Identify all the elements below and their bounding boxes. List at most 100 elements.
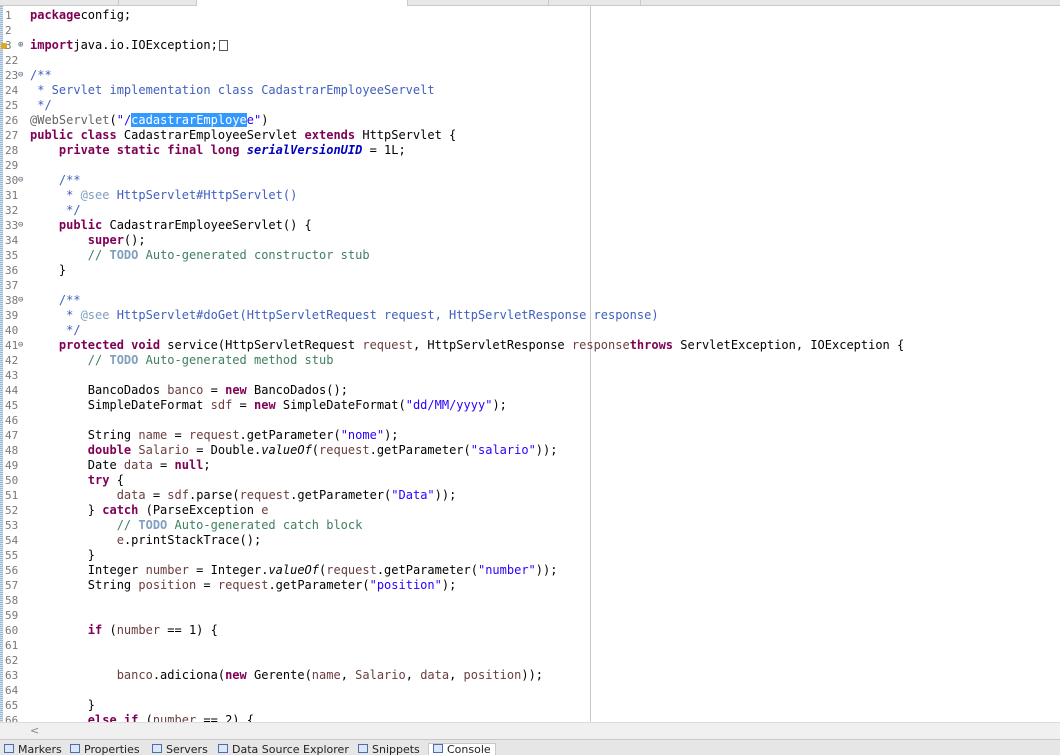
- code-line[interactable]: 60 if (number == 1) {: [0, 623, 1060, 638]
- code-line[interactable]: 44 BancoDados banco = new BancoDados();: [0, 383, 1060, 398]
- code-line[interactable]: 54 e.printStackTrace();: [0, 533, 1060, 548]
- line-number: 60: [5, 624, 19, 637]
- code-line[interactable]: 28 private static final long serialVersi…: [0, 143, 1060, 158]
- code-token: String: [30, 428, 139, 442]
- code-token: , HttpServletResponse: [412, 338, 572, 352]
- code-line[interactable]: 31 * @see HttpServlet#HttpServlet(): [0, 188, 1060, 203]
- code-line[interactable]: 2: [0, 23, 1060, 38]
- code-line[interactable]: 27 public class CadastrarEmployeeServlet …: [0, 128, 1060, 143]
- line-number: 1: [5, 9, 12, 22]
- line-number: 58: [5, 594, 19, 607]
- view-icon: [152, 744, 162, 753]
- code-token: valueOf: [261, 443, 312, 457]
- code-line[interactable]: 29: [0, 158, 1060, 173]
- fold-collapse-icon[interactable]: ⊖: [18, 293, 28, 308]
- code-line[interactable]: 63 banco.adiciona(new Gerente(name, Sala…: [0, 668, 1060, 683]
- code-token: .getParameter(: [376, 563, 478, 577]
- code-line[interactable]: 64: [0, 683, 1060, 698]
- line-number: 55: [5, 549, 19, 562]
- code-token: service(HttpServletRequest: [160, 338, 363, 352]
- fold-collapse-icon[interactable]: ⊖: [18, 173, 28, 188]
- code-line[interactable]: 40 */: [0, 323, 1060, 338]
- code-token: =: [145, 488, 168, 502]
- code-line[interactable]: 57 String position = request.getParamete…: [0, 578, 1060, 593]
- code-line[interactable]: 46: [0, 413, 1060, 428]
- line-number: 65: [5, 699, 19, 712]
- code-line[interactable]: 47 String name = request.getParameter("n…: [0, 428, 1060, 443]
- code-line[interactable]: 42 // TODO Auto-generated method stub: [0, 353, 1060, 368]
- code-token: Auto-generated catch block: [167, 518, 363, 532]
- code-line[interactable]: 50 try {: [0, 473, 1060, 488]
- code-line[interactable]: 23 ⊖/**: [0, 68, 1060, 83]
- horizontal-scrollbar[interactable]: <: [0, 722, 1060, 739]
- code-token: catch: [102, 503, 139, 517]
- code-token: BancoDados();: [246, 383, 348, 397]
- bottom-tab-snippets[interactable]: Snippets: [358, 744, 420, 755]
- code-token: =: [232, 398, 254, 412]
- bottom-tab-servers[interactable]: Servers: [152, 744, 208, 755]
- code-line[interactable]: 36 }: [0, 263, 1060, 278]
- line-number: 27: [5, 129, 19, 142]
- code-line[interactable]: 49 Date data = null;: [0, 458, 1060, 473]
- code-line[interactable]: 26 @WebServlet("/cadastrarEmployee"): [0, 113, 1060, 128]
- code-line[interactable]: 33 ⊖ public CadastrarEmployeeServlet() {: [0, 218, 1060, 233]
- code-line[interactable]: 66 else if (number == 2) {: [0, 713, 1060, 722]
- code-line[interactable]: 43: [0, 368, 1060, 383]
- code-line[interactable]: 3 ⊕ importjava.io.IOException;: [0, 38, 1060, 53]
- code-token: ,: [340, 668, 356, 682]
- code-token: ;: [203, 458, 211, 472]
- code-line[interactable]: 25 */: [0, 98, 1060, 113]
- code-text: importjava.io.IOException;: [30, 38, 228, 53]
- code-text: e.printStackTrace();: [30, 533, 262, 548]
- code-editor[interactable]: 1 packageconfig; 2 3 ⊕ importjava.io.IOExcept…: [0, 6, 1060, 722]
- code-line[interactable]: 35 // TODO Auto-generated constructor st…: [0, 248, 1060, 263]
- collapsed-imports-icon[interactable]: [218, 40, 228, 51]
- code-line[interactable]: 1 packageconfig;: [0, 8, 1060, 23]
- line-number: 42: [5, 354, 19, 367]
- bottom-tab-console[interactable]: Console: [428, 743, 496, 755]
- code-line[interactable]: 38 ⊖ /**: [0, 293, 1060, 308]
- code-text: // TODO Auto-generated catch block: [30, 518, 363, 533]
- bottom-tab-markers[interactable]: Markers: [4, 744, 62, 755]
- fold-collapse-icon[interactable]: ⊖: [18, 338, 28, 353]
- code-line[interactable]: 62: [0, 653, 1060, 668]
- code-line[interactable]: 61: [0, 638, 1060, 653]
- line-number: 31: [5, 189, 19, 202]
- code-text: BancoDados banco = new BancoDados();: [30, 383, 348, 398]
- code-line[interactable]: 32 */: [0, 203, 1060, 218]
- code-token: number: [152, 713, 197, 722]
- fold-collapse-icon[interactable]: ⊖: [18, 218, 28, 233]
- code-line[interactable]: 45 SimpleDateFormat sdf = new SimpleDate…: [0, 398, 1060, 413]
- code-line[interactable]: 48 double Salario = Double.valueOf(reque…: [0, 443, 1060, 458]
- code-token: =: [167, 428, 189, 442]
- line-number: 24: [5, 84, 19, 97]
- code-token: new: [225, 668, 247, 682]
- bottom-tab-data-source-explorer[interactable]: Data Source Explorer: [218, 744, 349, 755]
- code-line[interactable]: 22: [0, 53, 1060, 68]
- code-line[interactable]: 55 }: [0, 548, 1060, 563]
- code-line[interactable]: 37: [0, 278, 1060, 293]
- code-token: throws: [629, 338, 674, 352]
- code-line[interactable]: 58: [0, 593, 1060, 608]
- code-line[interactable]: 30 ⊖ /**: [0, 173, 1060, 188]
- code-line[interactable]: 65 }: [0, 698, 1060, 713]
- code-line[interactable]: 34 super();: [0, 233, 1060, 248]
- bottom-tab-properties[interactable]: Properties: [70, 744, 140, 755]
- bottom-panel-tabs: Markers Properties Servers Data Source Expl…: [0, 739, 1060, 755]
- code-line[interactable]: 51 data = sdf.parse(request.getParameter…: [0, 488, 1060, 503]
- fold-expand-icon[interactable]: ⊕: [18, 38, 28, 53]
- code-line[interactable]: 24 * Servlet implementation class Cadast…: [0, 83, 1060, 98]
- code-line[interactable]: 41 ⊖ protected void service(HttpServletRe…: [0, 338, 1060, 353]
- code-line[interactable]: 53 // TODO Auto-generated catch block: [0, 518, 1060, 533]
- code-line[interactable]: 39 * @see HttpServlet#doGet(HttpServletR…: [0, 308, 1060, 323]
- scroll-left-arrow-icon[interactable]: <: [30, 724, 44, 738]
- line-number: 59: [5, 609, 19, 622]
- code-token: double: [87, 443, 132, 457]
- code-line[interactable]: 52 } catch (ParseException e: [0, 503, 1060, 518]
- code-line[interactable]: 59: [0, 608, 1060, 623]
- line-number: 28: [5, 144, 19, 157]
- fold-collapse-icon[interactable]: ⊖: [18, 68, 28, 83]
- code-token: new: [225, 383, 247, 397]
- code-line[interactable]: 56 Integer number = Integer.valueOf(requ…: [0, 563, 1060, 578]
